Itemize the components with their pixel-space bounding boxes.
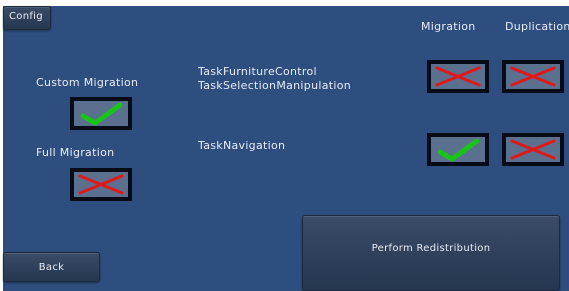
task-furniture-duplication-checkbox[interactable] (502, 60, 564, 93)
column-header-duplication: Duplication (505, 20, 569, 33)
perform-redistribution-label: Perform Redistribution (371, 242, 491, 254)
task-navigation-label: TaskNavigation (198, 139, 286, 152)
custom-migration-label: Custom Migration (36, 76, 139, 89)
task-navigation-duplication-checkbox[interactable] (502, 133, 564, 166)
red-cross-icon (78, 174, 124, 195)
config-button[interactable]: Config (3, 6, 51, 30)
config-button-label: Config (9, 11, 43, 22)
task-furniture-migration-checkbox[interactable] (427, 60, 489, 93)
task-navigation-migration-checkbox[interactable] (427, 133, 489, 166)
red-cross-icon (435, 66, 481, 87)
perform-redistribution-button[interactable]: Perform Redistribution (302, 215, 560, 291)
custom-migration-checkbox[interactable] (70, 97, 132, 130)
red-cross-icon (510, 66, 556, 87)
redistribution-panel: Config Migration Duplication Custom Migr… (3, 6, 569, 291)
column-header-migration: Migration (421, 20, 476, 33)
red-cross-icon (510, 139, 556, 160)
full-migration-checkbox[interactable] (70, 168, 132, 201)
back-button-label: Back (38, 261, 65, 273)
task-furniture-control-label: TaskFurnitureControl (198, 65, 317, 78)
back-button[interactable]: Back (3, 252, 100, 282)
green-checkmark-icon (437, 138, 480, 162)
task-selection-manipulation-label: TaskSelectionManipulation (198, 79, 352, 92)
green-checkmark-icon (80, 102, 123, 126)
full-migration-label: Full Migration (36, 146, 115, 159)
